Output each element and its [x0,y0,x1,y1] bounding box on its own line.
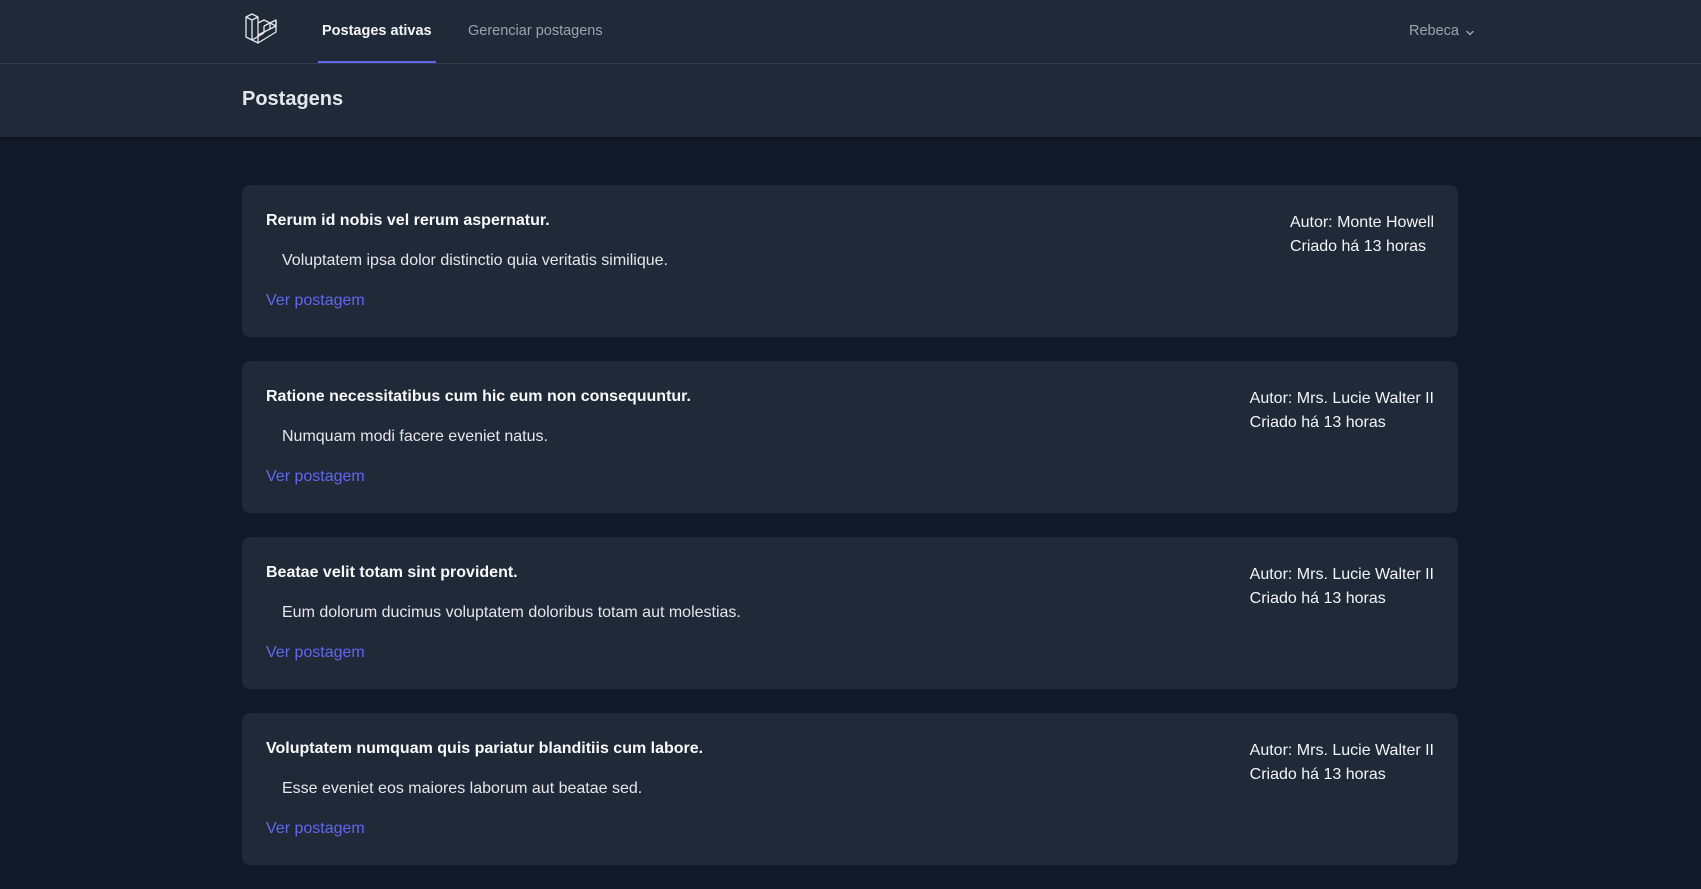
top-navigation: Postages ativas Gerenciar postagens Rebe… [0,0,1701,64]
post-card: Beatae velit totam sint provident. Eum d… [242,537,1458,689]
post-author: Autor: Monte Howell [1289,214,1434,231]
view-post-link[interactable]: Ver postagem [266,292,365,310]
post-card: Rerum id nobis vel rerum aspernatur. Vol… [242,185,1458,337]
post-excerpt: Numquam modi facere eveniet natus. [282,428,548,445]
laravel-logo-icon[interactable] [243,13,279,49]
post-created-time: Criado há 13 horas [1249,590,1386,607]
post-excerpt: Eum dolorum ducimus voluptatem doloribus… [282,604,741,621]
page-header: Postagens [0,64,1701,137]
post-card: Voluptatem numquam quis pariatur blandit… [242,713,1458,865]
post-meta: Autor: Mrs. Lucie Walter II Criado há 13… [1250,739,1434,787]
post-author: Autor: Mrs. Lucie Walter II [1249,566,1434,583]
post-card: Ratione necessitatibus cum hic eum non c… [242,361,1458,513]
post-meta: Autor: Mrs. Lucie Walter II Criado há 13… [1250,563,1434,611]
post-title: Ratione necessitatibus cum hic eum non c… [266,388,691,405]
post-created-time: Criado há 13 horas [1289,238,1427,255]
post-title: Beatae velit totam sint provident. [266,564,518,581]
post-title: Rerum id nobis vel rerum aspernatur. [266,212,550,229]
view-post-link[interactable]: Ver postagem [266,644,365,662]
view-post-link[interactable]: Ver postagem [266,820,365,838]
post-author: Autor: Mrs. Lucie Walter II [1249,742,1434,759]
chevron-down-icon [1465,26,1475,36]
page-title: Postagens [242,88,344,110]
nav-link-manage-posts[interactable]: Gerenciar postagens [468,0,603,63]
nav-link-active-posts[interactable]: Postages ativas [318,0,436,63]
posts-list: Rerum id nobis vel rerum aspernatur. Vol… [242,185,1458,889]
post-excerpt: Esse eveniet eos maiores laborum aut bea… [282,780,643,797]
post-created-time: Criado há 13 horas [1249,766,1386,783]
post-created-time: Criado há 13 horas [1249,414,1386,431]
post-excerpt: Voluptatem ipsa dolor distinctio quia ve… [282,252,668,269]
post-meta: Autor: Monte Howell Criado há 13 horas [1290,211,1434,259]
view-post-link[interactable]: Ver postagem [266,468,365,486]
user-name: Rebeca [1409,23,1459,39]
post-title: Voluptatem numquam quis pariatur blandit… [266,740,704,757]
user-menu-button[interactable]: Rebeca [1409,0,1475,62]
post-meta: Autor: Mrs. Lucie Walter II Criado há 13… [1250,387,1434,435]
post-author: Autor: Mrs. Lucie Walter II [1249,390,1434,407]
